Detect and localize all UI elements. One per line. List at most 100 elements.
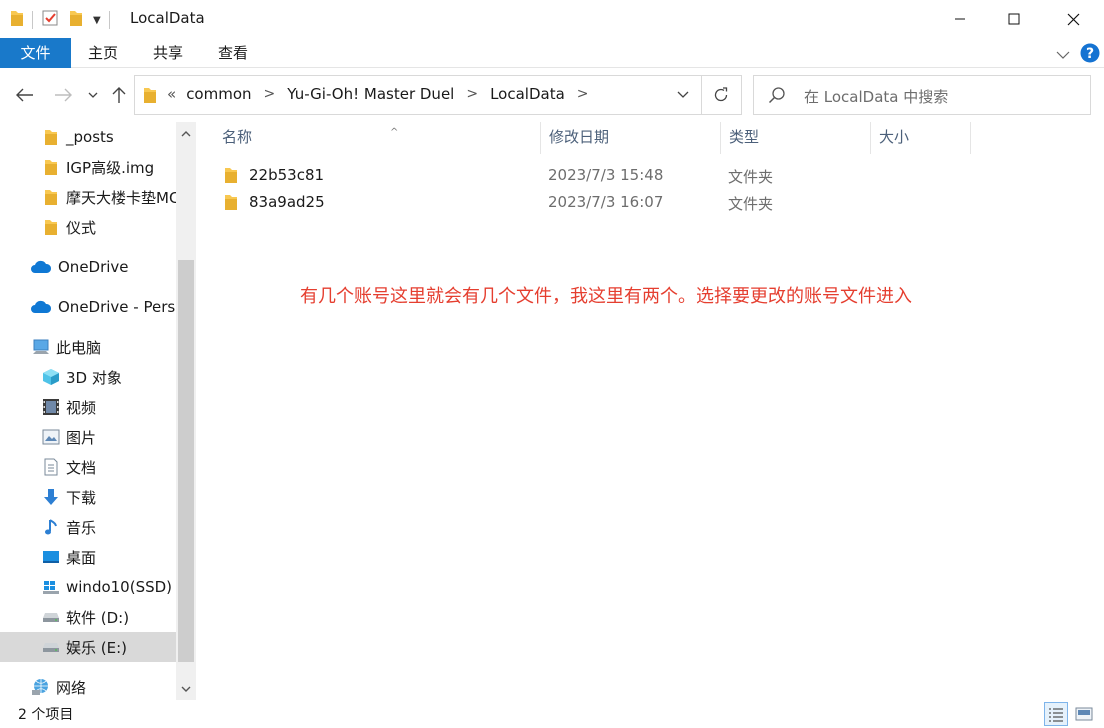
nav-item-ritual[interactable]: 仪式 bbox=[0, 212, 176, 242]
window-title: LocalData bbox=[130, 9, 205, 27]
search-box[interactable]: 在 LocalData 中搜索 bbox=[753, 75, 1091, 115]
column-header-name[interactable]: 名称 ^ bbox=[214, 122, 541, 154]
column-header-date[interactable]: 修改日期 bbox=[541, 122, 721, 154]
title-bar: ▼ LocalData bbox=[0, 0, 1104, 38]
item-count: 2 个项目 bbox=[18, 707, 74, 723]
navigation-pane: _posts IGP高级.img 摩天大楼卡垫MC 仪式 OneDrive On… bbox=[0, 122, 196, 700]
up-button[interactable] bbox=[106, 82, 132, 108]
file-row[interactable]: 83a9ad25 2023/7/3 16:07 文件夹 bbox=[214, 189, 994, 216]
minimize-button[interactable] bbox=[935, 0, 985, 38]
address-bar[interactable]: « common > Yu-Gi-Oh! Master Duel > Local… bbox=[134, 75, 742, 115]
breadcrumb: « common > Yu-Gi-Oh! Master Duel > Local… bbox=[167, 85, 601, 103]
search-icon bbox=[768, 86, 786, 108]
customize-qat-icon[interactable]: ▼ bbox=[93, 15, 101, 26]
nav-item-label: IGP高级.img bbox=[66, 158, 155, 177]
nav-item-skyscraper[interactable]: 摩天大楼卡垫MC bbox=[0, 182, 176, 212]
nav-item-pictures[interactable]: 图片 bbox=[0, 422, 176, 452]
column-header-size[interactable]: 大小 bbox=[871, 122, 971, 154]
svg-text:?: ? bbox=[1086, 46, 1094, 62]
nav-item-this-pc[interactable]: 此电脑 bbox=[0, 332, 176, 362]
file-type: 文件夹 bbox=[728, 168, 774, 186]
folder-icon bbox=[224, 193, 238, 215]
nav-item-drive-d[interactable]: 软件 (D:) bbox=[0, 602, 176, 632]
tab-share[interactable]: 共享 bbox=[141, 38, 195, 68]
folder-icon bbox=[42, 158, 60, 176]
chevron-right-icon[interactable]: > bbox=[577, 86, 589, 102]
network-icon bbox=[32, 678, 50, 696]
nav-scrollbar[interactable] bbox=[176, 122, 196, 700]
picture-icon bbox=[42, 428, 60, 446]
large-icons-view-button[interactable] bbox=[1072, 702, 1096, 726]
nav-scrollbar-thumb[interactable] bbox=[178, 260, 194, 662]
maximize-button[interactable] bbox=[989, 0, 1039, 38]
file-name[interactable]: 22b53c81 bbox=[249, 166, 324, 184]
scroll-up-icon[interactable] bbox=[179, 126, 193, 140]
recent-locations-button[interactable] bbox=[82, 82, 104, 108]
back-button[interactable] bbox=[12, 82, 38, 108]
details-view-button[interactable] bbox=[1044, 702, 1068, 726]
nav-item-label: 音乐 bbox=[66, 518, 97, 537]
nav-item-label: 3D 对象 bbox=[66, 368, 122, 387]
properties-icon[interactable] bbox=[41, 9, 59, 31]
quick-access-toolbar: ▼ bbox=[10, 9, 118, 31]
tab-view[interactable]: 查看 bbox=[206, 38, 260, 68]
sort-ascending-icon: ^ bbox=[390, 127, 399, 138]
refresh-button[interactable] bbox=[707, 84, 735, 106]
tab-home[interactable]: 主页 bbox=[76, 38, 130, 68]
nav-item-label: 桌面 bbox=[66, 548, 97, 567]
file-row[interactable]: 22b53c81 2023/7/3 15:48 文件夹 bbox=[214, 162, 994, 189]
navigation-bar: « common > Yu-Gi-Oh! Master Duel > Local… bbox=[0, 68, 1104, 122]
nav-item-label: 图片 bbox=[66, 428, 97, 447]
column-header-type[interactable]: 类型 bbox=[721, 122, 871, 154]
cube-icon bbox=[42, 368, 60, 386]
nav-item-downloads[interactable]: 下载 bbox=[0, 482, 176, 512]
breadcrumb-common[interactable]: common bbox=[186, 85, 251, 103]
nav-item-posts[interactable]: _posts bbox=[0, 122, 176, 152]
nav-item-onedrive[interactable]: OneDrive bbox=[0, 252, 176, 282]
breadcrumb-overflow[interactable]: « bbox=[167, 85, 176, 103]
column-header-type-label: 类型 bbox=[729, 128, 760, 146]
nav-item-desktop[interactable]: 桌面 bbox=[0, 542, 176, 572]
search-placeholder: 在 LocalData 中搜索 bbox=[804, 88, 949, 106]
scroll-down-icon[interactable] bbox=[179, 682, 193, 696]
nav-item-onedrive-personal[interactable]: OneDrive - Perso bbox=[0, 292, 176, 322]
folder-icon bbox=[143, 86, 157, 108]
nav-item-igp[interactable]: IGP高级.img bbox=[0, 152, 176, 182]
document-icon bbox=[42, 458, 60, 476]
nav-item-windows-ssd[interactable]: windo10(SSD) ( bbox=[0, 572, 176, 602]
file-name[interactable]: 83a9ad25 bbox=[249, 193, 325, 211]
nav-item-label: 娱乐 (E:) bbox=[66, 638, 128, 657]
folder-icon bbox=[224, 166, 238, 188]
expand-ribbon-icon[interactable] bbox=[1056, 46, 1070, 64]
breadcrumb-localdata[interactable]: LocalData bbox=[490, 85, 565, 103]
nav-item-3d-objects[interactable]: 3D 对象 bbox=[0, 362, 176, 392]
nav-item-videos[interactable]: 视频 bbox=[0, 392, 176, 422]
forward-button[interactable] bbox=[50, 82, 76, 108]
desktop-icon bbox=[42, 548, 60, 566]
folder-icon bbox=[42, 218, 60, 236]
nav-item-network[interactable]: 网络 bbox=[0, 672, 176, 700]
column-header-name-label: 名称 bbox=[222, 128, 253, 146]
tab-file[interactable]: 文件 bbox=[0, 38, 71, 68]
address-dropdown-button[interactable] bbox=[671, 85, 695, 105]
chevron-right-icon[interactable]: > bbox=[264, 86, 276, 102]
file-date: 2023/7/3 16:07 bbox=[548, 193, 664, 211]
chevron-right-icon[interactable]: > bbox=[466, 86, 478, 102]
download-icon bbox=[42, 488, 60, 506]
breadcrumb-master-duel[interactable]: Yu-Gi-Oh! Master Duel bbox=[287, 85, 454, 103]
nav-item-documents[interactable]: 文档 bbox=[0, 452, 176, 482]
nav-item-label: _posts bbox=[66, 128, 114, 146]
nav-item-drive-e[interactable]: 娱乐 (E:) bbox=[0, 632, 176, 662]
close-button[interactable] bbox=[1048, 0, 1098, 38]
folder-icon bbox=[10, 9, 24, 31]
nav-item-label: 网络 bbox=[56, 678, 87, 697]
file-date: 2023/7/3 15:48 bbox=[548, 166, 664, 184]
nav-item-label: 软件 (D:) bbox=[66, 608, 130, 627]
column-header-size-label: 大小 bbox=[879, 128, 910, 146]
nav-item-label: 仪式 bbox=[66, 218, 97, 237]
column-header-date-label: 修改日期 bbox=[549, 128, 610, 146]
ribbon: 文件 主页 共享 查看 ? bbox=[0, 38, 1104, 68]
new-folder-icon[interactable] bbox=[69, 9, 83, 31]
nav-item-music[interactable]: 音乐 bbox=[0, 512, 176, 542]
help-icon[interactable]: ? bbox=[1080, 43, 1100, 67]
